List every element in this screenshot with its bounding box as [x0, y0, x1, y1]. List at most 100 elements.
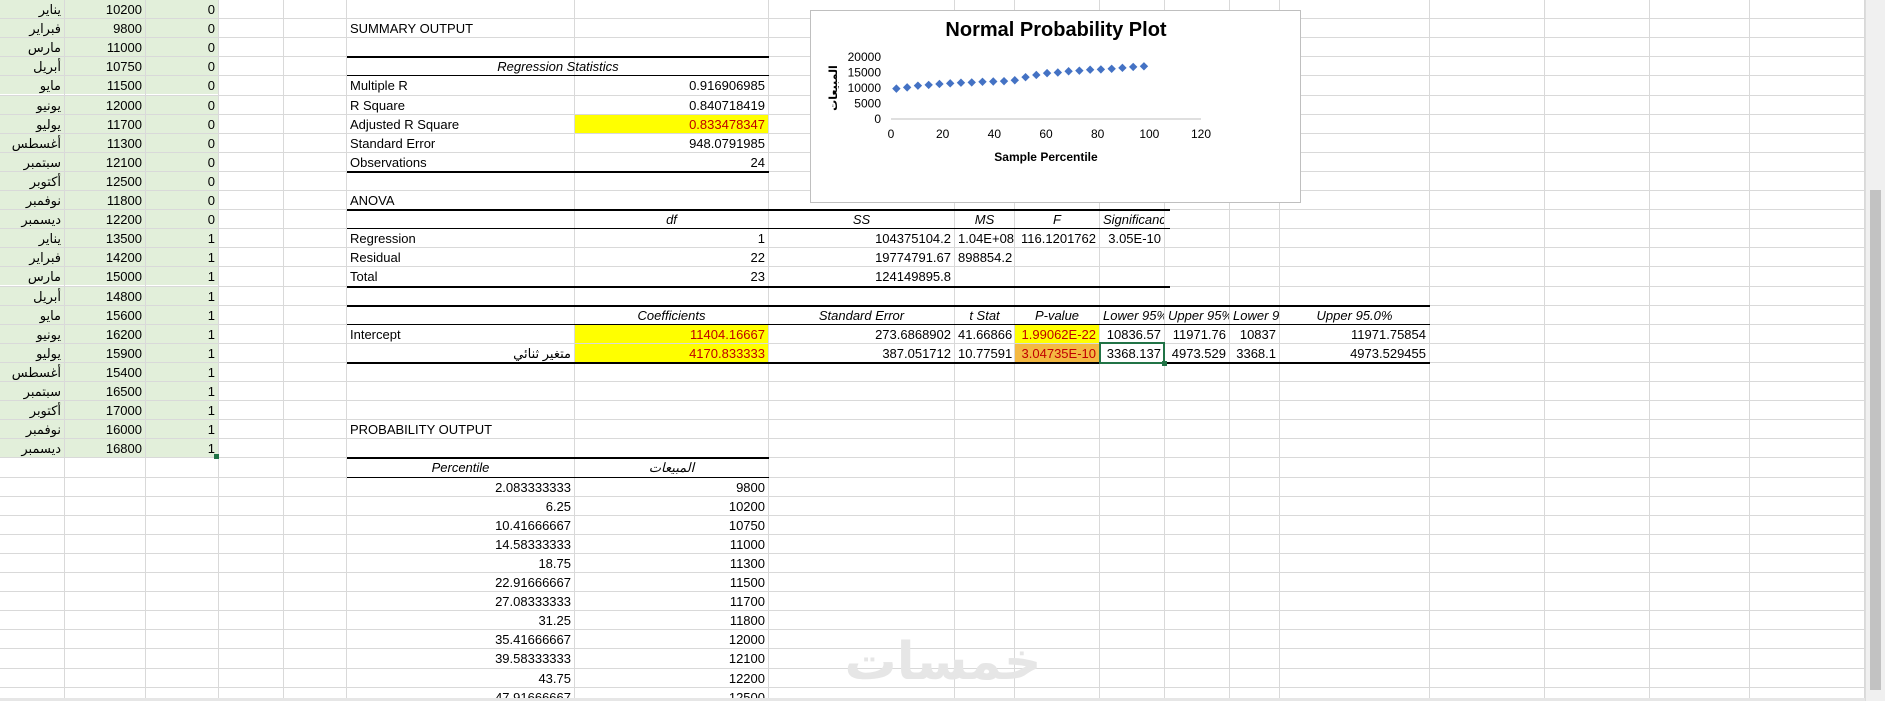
dummy-variable-cell[interactable]: 1 — [146, 287, 218, 305]
percentile-value[interactable]: 10.41666667 — [347, 516, 574, 534]
coefficient-cell[interactable]: 10836.57 — [1100, 325, 1164, 343]
anova-row-label[interactable]: Regression — [347, 229, 574, 247]
month-cell[interactable]: مارس — [0, 267, 64, 285]
sales-cell[interactable]: 11700 — [65, 115, 145, 133]
percentile-value[interactable]: 22.91666667 — [347, 573, 574, 591]
stat-label[interactable]: Multiple R — [347, 76, 574, 94]
stat-value[interactable]: 0.916906985 — [575, 76, 768, 94]
percentile-value[interactable]: 27.08333333 — [347, 592, 574, 610]
month-cell[interactable]: أبريل — [0, 287, 64, 305]
coefficient-cell[interactable]: 4973.529455 — [1280, 344, 1429, 362]
sales-value[interactable]: 12000 — [575, 630, 768, 648]
anova-cell[interactable]: 1 — [575, 229, 768, 247]
sales-value[interactable]: 9800 — [575, 478, 768, 496]
coefficient-header[interactable]: Lower 95% — [1100, 306, 1164, 324]
anova-header[interactable]: df — [575, 210, 768, 228]
sales-cell[interactable]: 10200 — [65, 0, 145, 18]
dummy-variable-cell[interactable]: 1 — [146, 401, 218, 419]
fill-handle[interactable] — [214, 454, 219, 459]
sales-value[interactable]: 12100 — [575, 649, 768, 667]
probability-output-title[interactable]: PROBABILITY OUTPUT — [347, 420, 567, 438]
month-cell[interactable]: أكتوبر — [0, 172, 64, 190]
coefficient-row-label[interactable]: متغير ثنائي — [347, 344, 574, 362]
coefficient-header[interactable]: t Stat — [955, 306, 1014, 324]
dummy-variable-cell[interactable]: 0 — [146, 0, 218, 18]
month-cell[interactable]: أبريل — [0, 57, 64, 75]
anova-header[interactable]: MS — [955, 210, 1014, 228]
dummy-variable-cell[interactable]: 0 — [146, 115, 218, 133]
stat-value[interactable]: 24 — [575, 153, 768, 171]
anova-cell[interactable]: 124149895.8 — [769, 267, 954, 285]
month-cell[interactable]: مارس — [0, 38, 64, 56]
month-cell[interactable]: أغسطس — [0, 134, 64, 152]
vertical-scrollbar-thumb[interactable] — [1870, 190, 1881, 690]
sales-cell[interactable]: 11300 — [65, 134, 145, 152]
sales-cell[interactable]: 10750 — [65, 57, 145, 75]
sales-cell[interactable]: 11500 — [65, 76, 145, 94]
vertical-scrollbar[interactable] — [1865, 0, 1885, 701]
anova-cell[interactable]: 898854.2 — [955, 248, 1014, 266]
coefficient-header[interactable]: Lower 95.0% — [1230, 306, 1279, 324]
anova-cell[interactable]: 116.1201762 — [1015, 229, 1099, 247]
anova-cell[interactable]: 104375104.2 — [769, 229, 954, 247]
anova-cell[interactable]: 3.05E-10 — [1100, 229, 1164, 247]
sales-cell[interactable]: 12200 — [65, 210, 145, 228]
stat-label[interactable]: R Square — [347, 96, 574, 114]
percentile-value[interactable]: 39.58333333 — [347, 649, 574, 667]
coefficient-cell[interactable]: 11971.76 — [1165, 325, 1229, 343]
stat-label[interactable]: Standard Error — [347, 134, 574, 152]
coefficient-cell[interactable]: 387.051712 — [769, 344, 954, 362]
coefficient-cell[interactable]: 4170.833333 — [575, 344, 768, 362]
month-cell[interactable]: نوفمبر — [0, 420, 64, 438]
dummy-variable-cell[interactable]: 1 — [146, 229, 218, 247]
percentile-header[interactable]: Percentile — [347, 458, 574, 476]
month-cell[interactable]: سبتمبر — [0, 382, 64, 400]
anova-row-label[interactable]: Residual — [347, 248, 574, 266]
summary-output-title[interactable]: SUMMARY OUTPUT — [347, 19, 567, 37]
month-cell[interactable]: ديسمبر — [0, 210, 64, 228]
coefficient-cell[interactable]: 11971.75854 — [1280, 325, 1429, 343]
dummy-variable-cell[interactable]: 1 — [146, 420, 218, 438]
month-cell[interactable]: ديسمبر — [0, 439, 64, 457]
month-cell[interactable]: أغسطس — [0, 363, 64, 381]
coefficient-header[interactable]: P-value — [1015, 306, 1099, 324]
sales-cell[interactable]: 15900 — [65, 344, 145, 362]
anova-cell[interactable] — [955, 267, 1014, 285]
percentile-value[interactable]: 6.25 — [347, 497, 574, 515]
sales-cell[interactable]: 15400 — [65, 363, 145, 381]
coefficient-cell[interactable]: 41.66866 — [955, 325, 1014, 343]
month-cell[interactable]: يناير — [0, 229, 64, 247]
coefficient-cell[interactable]: 1.99062E-22 — [1015, 325, 1099, 343]
anova-cell[interactable]: 19774791.67 — [769, 248, 954, 266]
coefficient-header[interactable]: Standard Error — [769, 306, 954, 324]
regression-statistics-header[interactable]: Regression Statistics — [347, 57, 769, 75]
dummy-variable-cell[interactable]: 0 — [146, 210, 218, 228]
sales-value[interactable]: 11800 — [575, 611, 768, 629]
coefficient-cell[interactable]: 11404.16667 — [575, 325, 768, 343]
coefficient-row-label[interactable]: Intercept — [347, 325, 574, 343]
sales-header[interactable]: المبيعات — [575, 458, 768, 476]
month-cell[interactable]: مايو — [0, 76, 64, 94]
anova-header[interactable]: Significance F — [1100, 210, 1164, 228]
dummy-variable-cell[interactable]: 1 — [146, 344, 218, 362]
month-cell[interactable]: يوليو — [0, 115, 64, 133]
dummy-variable-cell[interactable]: 1 — [146, 439, 218, 457]
stat-value[interactable]: 948.0791985 — [575, 134, 768, 152]
month-cell[interactable]: سبتمبر — [0, 153, 64, 171]
sales-cell[interactable]: 13500 — [65, 229, 145, 247]
sales-value[interactable]: 12200 — [575, 669, 768, 687]
month-cell[interactable]: يونيو — [0, 96, 64, 114]
anova-cell[interactable] — [1015, 248, 1099, 266]
active-cell-selection[interactable] — [1099, 342, 1165, 364]
dummy-variable-cell[interactable]: 1 — [146, 325, 218, 343]
stat-label[interactable]: Observations — [347, 153, 574, 171]
normal-probability-plot-chart[interactable]: Normal Probability Plot 0 5000 10000 15000 20… — [810, 10, 1301, 203]
anova-header[interactable]: F — [1015, 210, 1099, 228]
sales-value[interactable]: 11000 — [575, 535, 768, 553]
dummy-variable-cell[interactable]: 1 — [146, 248, 218, 266]
dummy-variable-cell[interactable]: 0 — [146, 96, 218, 114]
sales-cell[interactable]: 11000 — [65, 38, 145, 56]
percentile-value[interactable]: 14.58333333 — [347, 535, 574, 553]
anova-cell[interactable] — [1100, 248, 1164, 266]
dummy-variable-cell[interactable]: 0 — [146, 38, 218, 56]
